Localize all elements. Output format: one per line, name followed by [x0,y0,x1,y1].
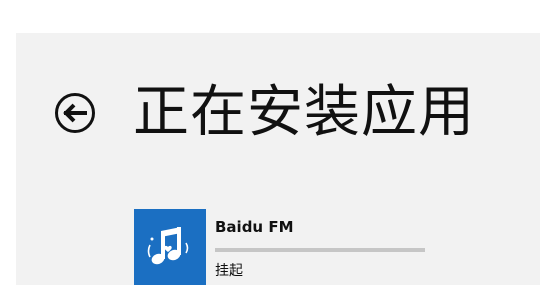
back-button[interactable] [54,92,96,134]
screen: 正在安装应用 Baidu FM 挂起 [0,0,540,285]
install-status: 挂起 [215,263,243,279]
app-name: Baidu FM [215,218,294,236]
music-note-icon [147,227,189,265]
install-progress-bar [215,248,425,252]
back-arrow-icon [55,93,95,133]
page-title: 正在安装应用 [133,80,475,145]
app-tile [134,209,206,285]
install-list-item[interactable]: Baidu FM 挂起 [134,209,434,285]
